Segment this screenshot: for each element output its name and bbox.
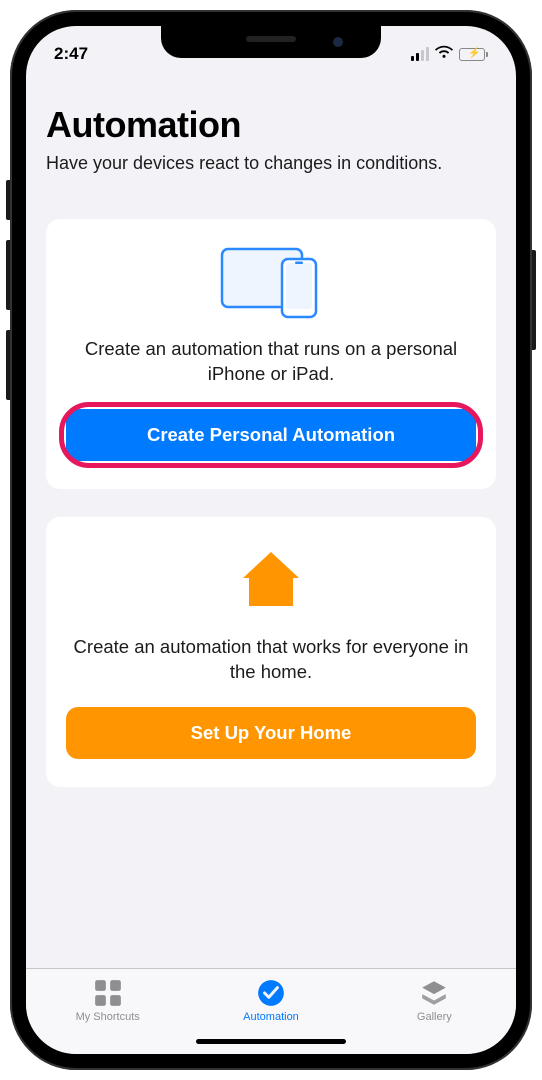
setup-home-button[interactable]: Set Up Your Home	[66, 707, 476, 759]
home-card-description: Create an automation that works for ever…	[66, 635, 476, 685]
create-personal-automation-button[interactable]: Create Personal Automation	[66, 409, 476, 461]
wifi-icon	[435, 44, 453, 64]
tab-automation[interactable]: Automation	[190, 979, 352, 1023]
home-icon	[66, 543, 476, 617]
tab-gallery[interactable]: Gallery	[353, 979, 515, 1023]
devices-icon	[66, 245, 476, 319]
tab-label: Automation	[243, 1011, 299, 1023]
main-content: Automation Have your devices react to ch…	[26, 74, 516, 968]
tab-label: Gallery	[417, 1011, 452, 1023]
tab-bar: My Shortcuts Automation Gallery	[26, 968, 516, 1054]
tab-my-shortcuts[interactable]: My Shortcuts	[27, 979, 189, 1023]
page-title: Automation	[46, 104, 496, 146]
grid-icon	[93, 979, 123, 1007]
status-time: 2:47	[54, 44, 88, 64]
page-subtitle: Have your devices react to changes in co…	[46, 152, 496, 175]
tab-label: My Shortcuts	[76, 1011, 140, 1023]
cellular-signal-icon	[411, 47, 429, 61]
gallery-icon	[419, 979, 449, 1007]
notch	[161, 26, 381, 58]
battery-icon: ⚡	[459, 48, 488, 61]
home-automation-card: Create an automation that works for ever…	[46, 517, 496, 787]
screen: 2:47 ⚡ Automation Have your devices reac…	[26, 26, 516, 1054]
highlight-annotation: Create Personal Automation	[66, 409, 476, 461]
personal-card-description: Create an automation that runs on a pers…	[66, 337, 476, 387]
phone-frame: 2:47 ⚡ Automation Have your devices reac…	[10, 10, 532, 1070]
home-indicator[interactable]	[196, 1039, 346, 1044]
personal-automation-card: Create an automation that runs on a pers…	[46, 219, 496, 489]
automation-icon	[256, 979, 286, 1007]
